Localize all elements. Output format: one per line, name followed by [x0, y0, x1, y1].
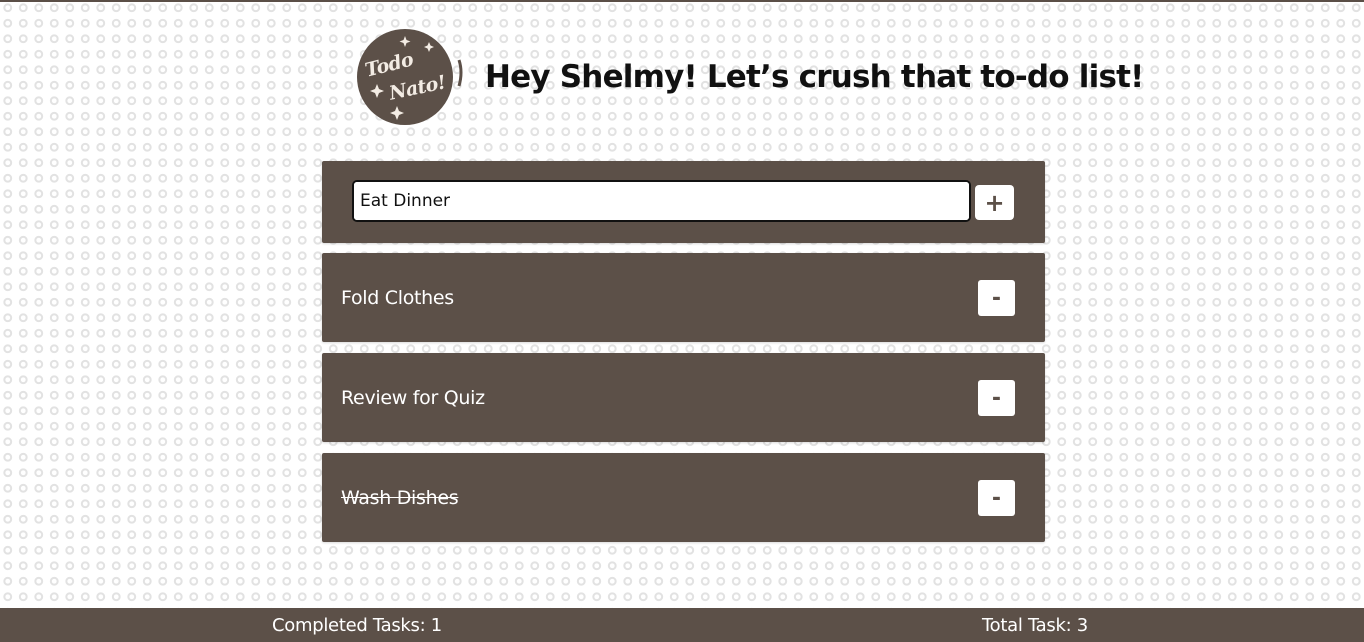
header: Todo Nato! Hey Shelmy! Let’s crush that …: [357, 28, 1144, 126]
remove-task-button[interactable]: -: [978, 480, 1015, 516]
task-label-completed[interactable]: Wash Dishes: [341, 453, 459, 542]
footer-bar: Completed Tasks: 1 Total Task: 3: [0, 608, 1364, 642]
task-item[interactable]: Fold Clothes -: [322, 253, 1045, 342]
new-task-input[interactable]: [352, 180, 971, 222]
completed-tasks-count: Completed Tasks: 1: [272, 614, 442, 636]
logo: Todo Nato!: [357, 28, 465, 126]
add-task-button[interactable]: +: [975, 185, 1014, 220]
top-rule: [0, 0, 1364, 2]
remove-task-button[interactable]: -: [978, 280, 1015, 316]
new-task-panel: +: [322, 161, 1045, 243]
total-tasks-count: Total Task: 3: [982, 614, 1088, 636]
remove-task-button[interactable]: -: [978, 380, 1015, 416]
task-label[interactable]: Review for Quiz: [341, 353, 485, 442]
task-label[interactable]: Fold Clothes: [341, 253, 454, 342]
logo-badge-icon: [357, 29, 463, 125]
greeting-title: Hey Shelmy! Let’s crush that to-do list!: [485, 59, 1144, 95]
task-item[interactable]: Wash Dishes -: [322, 453, 1045, 542]
task-item[interactable]: Review for Quiz -: [322, 353, 1045, 442]
